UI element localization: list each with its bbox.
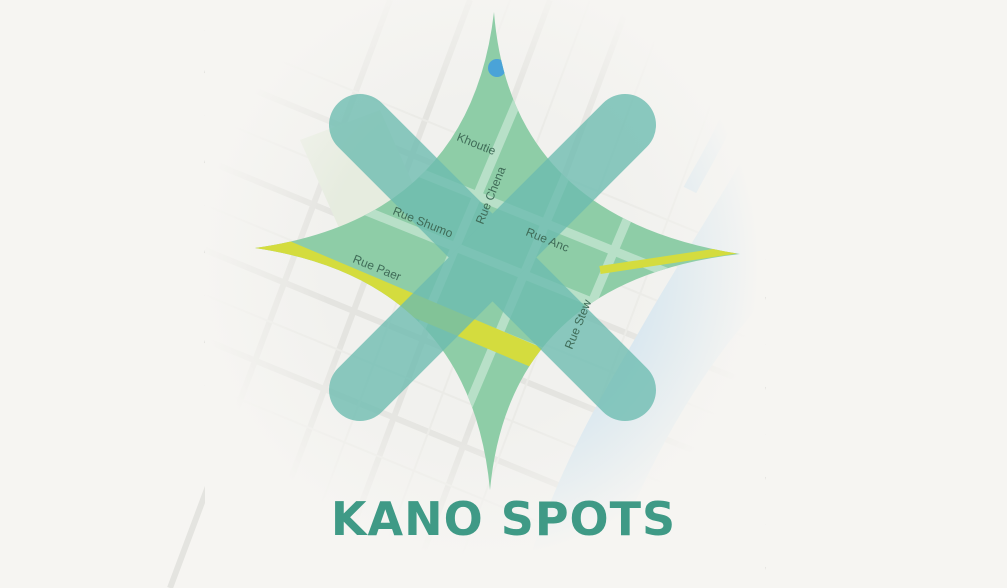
brand-title: KANO SPOTS xyxy=(330,492,677,546)
